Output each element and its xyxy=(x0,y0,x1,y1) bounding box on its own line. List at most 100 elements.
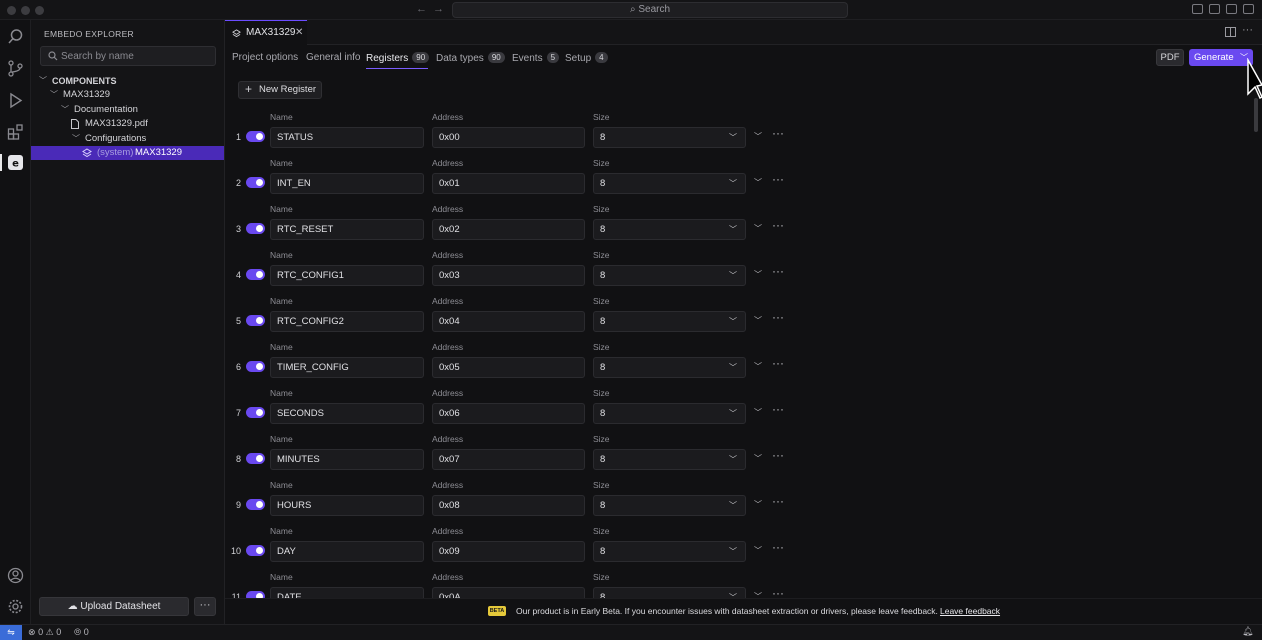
register-enabled-toggle[interactable] xyxy=(246,223,265,234)
register-enabled-toggle[interactable] xyxy=(246,545,265,556)
register-enabled-toggle[interactable] xyxy=(246,177,265,188)
expand-row-chevron-icon[interactable]: ﹀ xyxy=(754,315,762,326)
sidebar-more-button[interactable]: ··· xyxy=(194,597,216,616)
expand-row-chevron-icon[interactable]: ﹀ xyxy=(754,131,762,142)
register-name-field[interactable]: DATE xyxy=(270,587,424,598)
row-more-icon[interactable]: ··· xyxy=(772,172,784,186)
embedo-logo-icon[interactable]: e xyxy=(7,154,24,171)
tree-item-configurations[interactable]: ﹀ Configurations xyxy=(31,132,224,146)
close-icon[interactable]: ✕ xyxy=(295,21,303,45)
expand-row-chevron-icon[interactable]: ﹀ xyxy=(754,177,762,188)
register-address-field[interactable]: 0x03 xyxy=(432,265,585,286)
register-size-select[interactable]: 8 ﹀ xyxy=(593,357,746,378)
register-address-field[interactable]: 0x07 xyxy=(432,449,585,470)
scrollbar-thumb[interactable] xyxy=(1254,98,1258,132)
minimize-window-button[interactable] xyxy=(21,6,30,15)
register-name-field[interactable]: TIMER_CONFIG xyxy=(270,357,424,378)
expand-row-chevron-icon[interactable]: ﹀ xyxy=(754,407,762,418)
tab-max31329[interactable]: MAX31329 ✕ xyxy=(225,20,307,45)
register-size-select[interactable]: 8 ﹀ xyxy=(593,311,746,332)
register-name-field[interactable]: INT_EN xyxy=(270,173,424,194)
register-address-field[interactable]: 0x02 xyxy=(432,219,585,240)
register-size-select[interactable]: 8 ﹀ xyxy=(593,449,746,470)
expand-row-chevron-icon[interactable]: ﹀ xyxy=(754,545,762,556)
settings-gear-icon[interactable] xyxy=(7,598,24,615)
upload-datasheet-button[interactable]: ☁ Upload Datasheet xyxy=(39,597,189,616)
register-address-field[interactable]: 0x01 xyxy=(432,173,585,194)
generate-button[interactable]: Generate ﹀ xyxy=(1189,49,1253,66)
expand-row-chevron-icon[interactable]: ﹀ xyxy=(754,591,762,598)
register-enabled-toggle[interactable] xyxy=(246,361,265,372)
tab-data-types[interactable]: Data types 90 xyxy=(436,52,505,64)
register-enabled-toggle[interactable] xyxy=(246,131,265,142)
row-more-icon[interactable]: ··· xyxy=(772,356,784,370)
expand-row-chevron-icon[interactable]: ﹀ xyxy=(754,453,762,464)
row-more-icon[interactable]: ··· xyxy=(772,448,784,462)
tree-item-system-config[interactable]: (system) MAX31329 xyxy=(31,146,224,160)
close-window-button[interactable] xyxy=(7,6,16,15)
more-actions-icon[interactable]: ··· xyxy=(1242,24,1253,36)
tree-item-documentation[interactable]: ﹀ Documentation xyxy=(31,103,224,117)
register-address-field[interactable]: 0x05 xyxy=(432,357,585,378)
customize-layout-icon[interactable] xyxy=(1243,4,1254,14)
register-enabled-toggle[interactable] xyxy=(246,453,265,464)
register-size-select[interactable]: 8 ﹀ xyxy=(593,541,746,562)
register-size-select[interactable]: 8 ﹀ xyxy=(593,403,746,424)
tab-events[interactable]: Events 5 xyxy=(512,52,560,64)
row-more-icon[interactable]: ··· xyxy=(772,218,784,232)
register-size-select[interactable]: 8 ﹀ xyxy=(593,173,746,194)
tree-item-components[interactable]: ﹀ COMPONENTS xyxy=(31,74,224,88)
register-size-select[interactable]: 8 ﹀ xyxy=(593,495,746,516)
tab-setup[interactable]: Setup 4 xyxy=(565,52,608,64)
tab-registers[interactable]: Registers 90 xyxy=(366,52,430,64)
expand-row-chevron-icon[interactable]: ﹀ xyxy=(754,361,762,372)
search-icon[interactable] xyxy=(7,28,24,45)
expand-row-chevron-icon[interactable]: ﹀ xyxy=(754,269,762,280)
split-editor-icon[interactable] xyxy=(1225,27,1236,37)
row-more-icon[interactable]: ··· xyxy=(772,540,784,554)
pdf-button[interactable]: PDF xyxy=(1156,49,1184,66)
register-name-field[interactable]: RTC_CONFIG1 xyxy=(270,265,424,286)
ports-indicator[interactable]: ⦾ 0 xyxy=(74,627,89,638)
register-name-field[interactable]: STATUS xyxy=(270,127,424,148)
row-more-icon[interactable]: ··· xyxy=(772,126,784,140)
extensions-icon[interactable] xyxy=(7,123,24,140)
notifications-bell-icon[interactable]: 🔔︎ xyxy=(1242,626,1253,637)
register-name-field[interactable]: HOURS xyxy=(270,495,424,516)
leave-feedback-link[interactable]: Leave feedback xyxy=(940,606,1000,616)
toggle-panel-icon[interactable] xyxy=(1209,4,1220,14)
source-control-icon[interactable] xyxy=(7,60,24,77)
row-more-icon[interactable]: ··· xyxy=(772,586,784,598)
register-name-field[interactable]: MINUTES xyxy=(270,449,424,470)
tab-general-info[interactable]: General info xyxy=(306,52,360,63)
register-enabled-toggle[interactable] xyxy=(246,269,265,280)
sidebar-search[interactable] xyxy=(40,46,216,66)
register-name-field[interactable]: RTC_CONFIG2 xyxy=(270,311,424,332)
register-name-field[interactable]: DAY xyxy=(270,541,424,562)
register-enabled-toggle[interactable] xyxy=(246,591,265,598)
tree-item-max31329[interactable]: ﹀ MAX31329 xyxy=(31,88,224,102)
register-size-select[interactable]: 8 ﹀ xyxy=(593,587,746,598)
command-search[interactable]: ⌕ Search xyxy=(452,2,848,18)
register-enabled-toggle[interactable] xyxy=(246,407,265,418)
expand-row-chevron-icon[interactable]: ﹀ xyxy=(754,499,762,510)
row-more-icon[interactable]: ··· xyxy=(772,264,784,278)
register-name-field[interactable]: RTC_RESET xyxy=(270,219,424,240)
run-debug-icon[interactable] xyxy=(7,92,24,109)
register-enabled-toggle[interactable] xyxy=(246,315,265,326)
back-arrow-icon[interactable]: ← xyxy=(416,3,427,15)
row-more-icon[interactable]: ··· xyxy=(772,402,784,416)
problems-indicator[interactable]: ⊗ 0 ⚠ 0 xyxy=(28,627,61,638)
tab-project-options[interactable]: Project options xyxy=(232,52,298,63)
zoom-window-button[interactable] xyxy=(35,6,44,15)
toggle-sidebar-icon[interactable] xyxy=(1192,4,1203,14)
register-address-field[interactable]: 0x04 xyxy=(432,311,585,332)
expand-row-chevron-icon[interactable]: ﹀ xyxy=(754,223,762,234)
register-address-field[interactable]: 0x09 xyxy=(432,541,585,562)
new-register-button[interactable]: + New Register xyxy=(238,81,322,99)
register-size-select[interactable]: 8 ﹀ xyxy=(593,127,746,148)
register-address-field[interactable]: 0x08 xyxy=(432,495,585,516)
sidebar-search-input[interactable] xyxy=(61,49,211,64)
register-address-field[interactable]: 0x00 xyxy=(432,127,585,148)
register-address-field[interactable]: 0x06 xyxy=(432,403,585,424)
